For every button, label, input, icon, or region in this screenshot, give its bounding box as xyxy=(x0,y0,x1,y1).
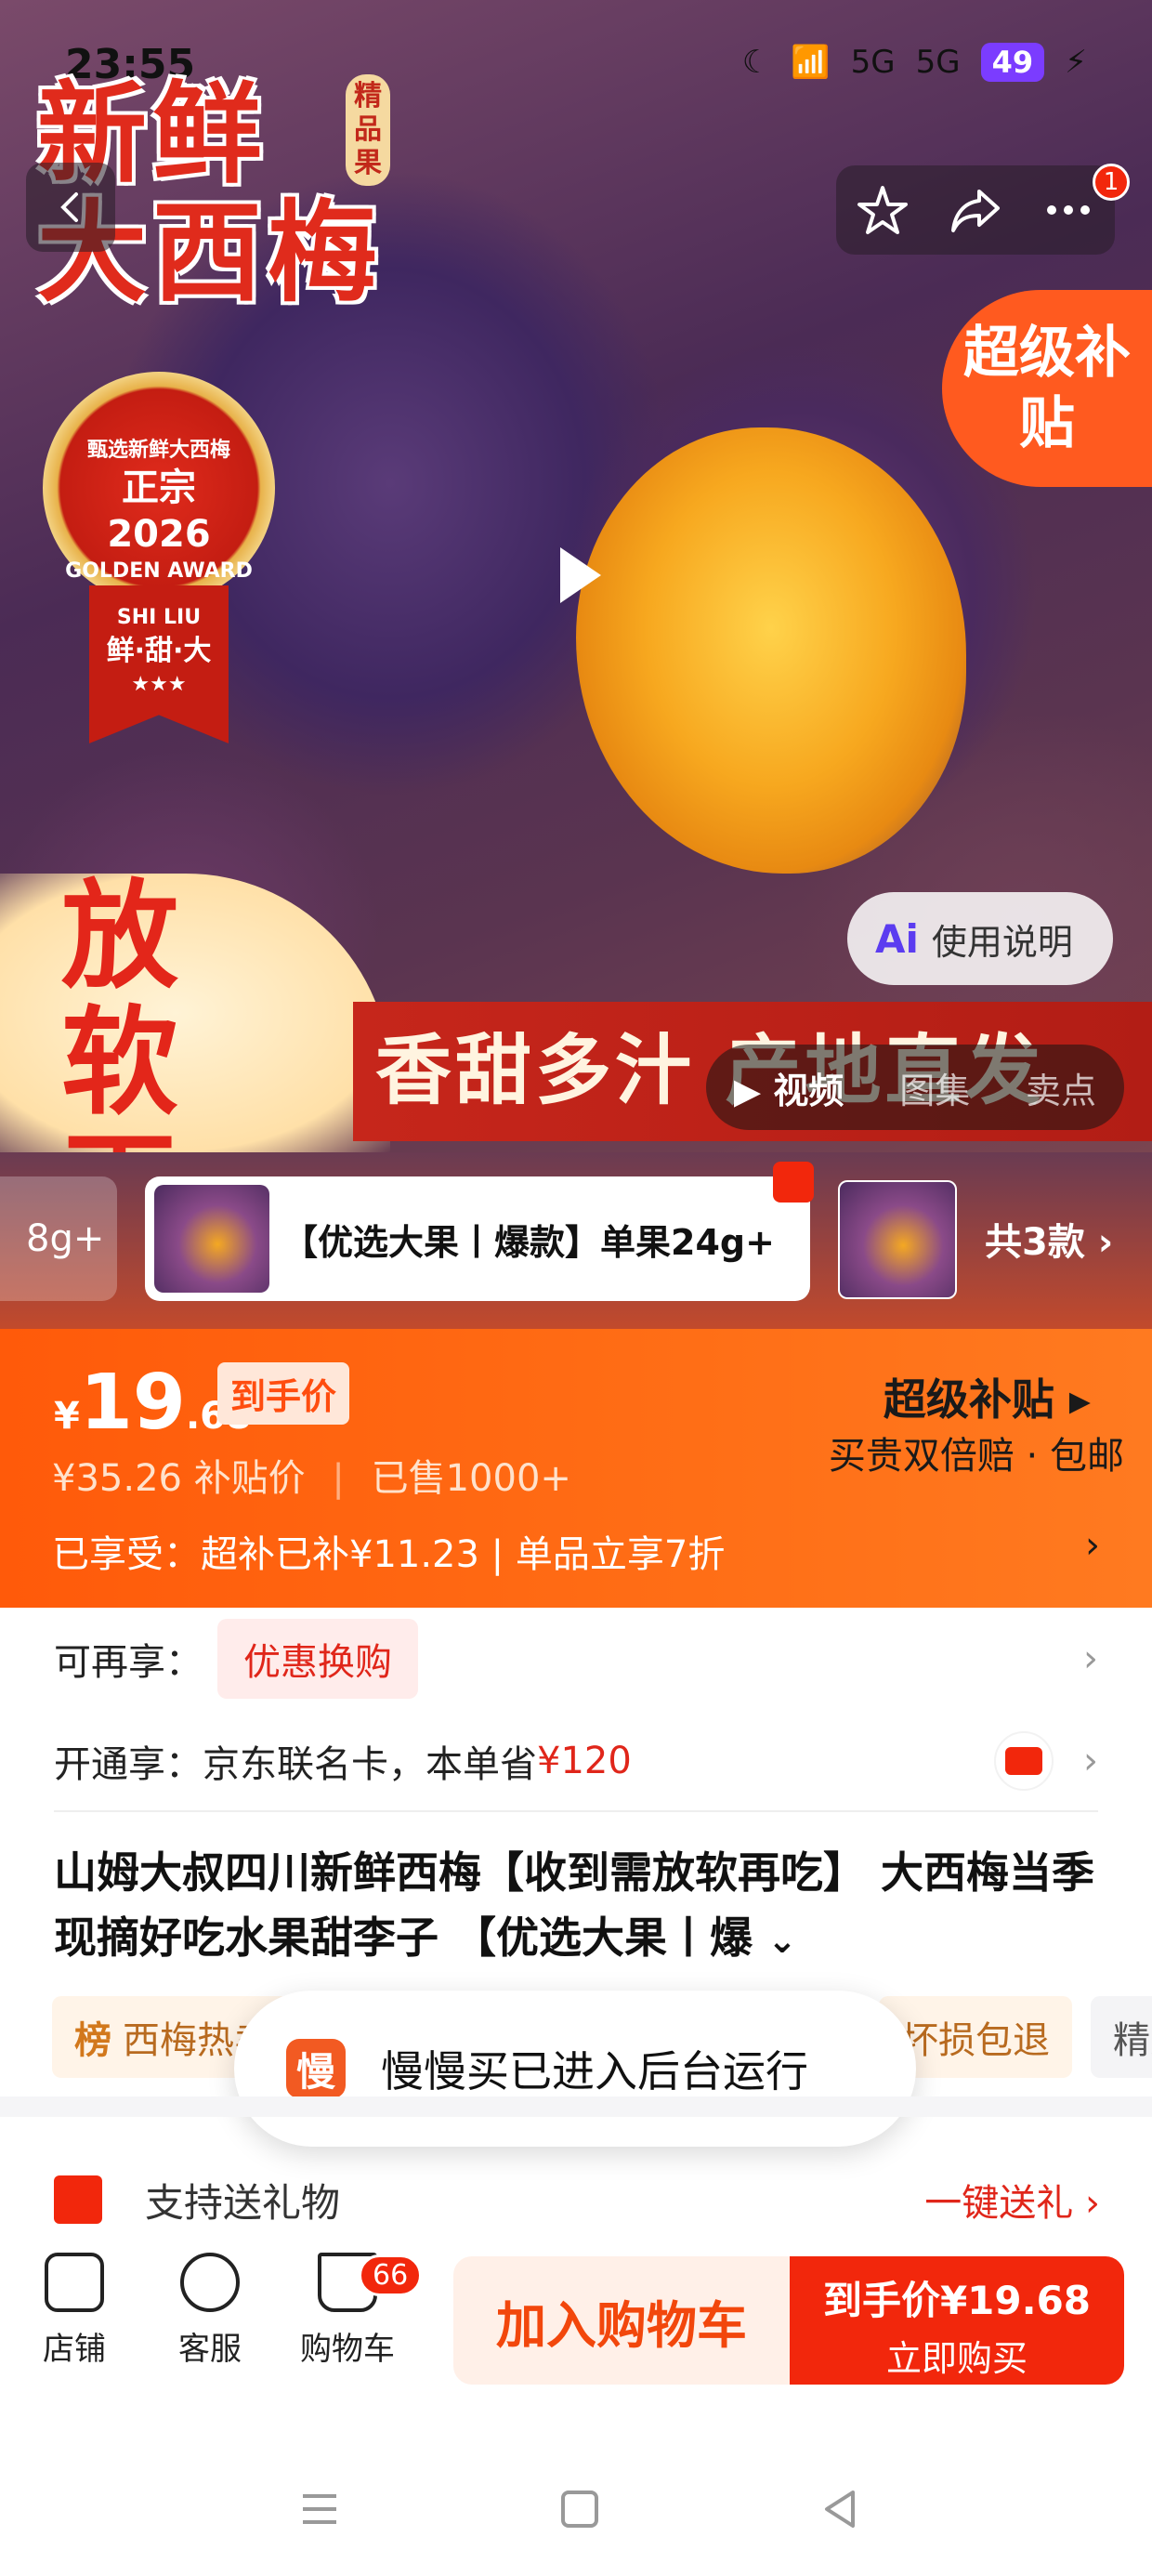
selected-tag[interactable]: 精选 xyxy=(1091,1996,1152,2078)
back-button[interactable] xyxy=(26,163,115,252)
status-icons: ☾ 📶 5G 5G 49 ⚡ xyxy=(742,43,1087,82)
separator: | xyxy=(332,1457,345,1500)
menu-icon[interactable] xyxy=(292,2481,347,2537)
store-label: 店铺 xyxy=(43,2331,106,2368)
usage-instructions-button[interactable]: Ai 使用说明 xyxy=(847,892,1113,985)
chevron-down-icon: ⌄ xyxy=(767,1920,797,1961)
moon-icon: ☾ xyxy=(741,44,771,81)
card-offer-row[interactable]: 开通享：京东联名卡，本单省 ¥120 › xyxy=(0,1710,1152,1812)
award-year: 2026 xyxy=(107,513,211,556)
product-detail-page: 23:55 ☾ 📶 5G 5G 49 ⚡ 新鲜 大西梅 精品果 1 超级补贴 甄… xyxy=(0,0,1152,2576)
divider xyxy=(54,1810,1098,1812)
section-gap xyxy=(0,2096,1152,2117)
gift-link[interactable]: 一键送礼 › xyxy=(924,2173,1100,2227)
add-to-cart-button[interactable]: 加入购物车 xyxy=(453,2256,790,2385)
message-count-badge: 1 xyxy=(1093,164,1130,201)
chevron-left-icon xyxy=(60,192,78,222)
super-subsidy-title: 超级补贴 xyxy=(883,1374,1054,1425)
tab-video[interactable]: ▶ 视频 xyxy=(734,1062,844,1113)
price-currency: ¥ xyxy=(54,1395,80,1438)
price-original-line: ¥35.26 补贴价 | 已售1000+ xyxy=(52,1448,571,1502)
tab-gallery[interactable]: 图集 xyxy=(899,1062,970,1113)
service-button[interactable]: 客服 xyxy=(154,2253,266,2369)
price-integer: 19 xyxy=(79,1359,186,1447)
award-main: 正宗 xyxy=(122,467,196,509)
extra-offer-row[interactable]: 可再享： 优惠换购 › xyxy=(0,1608,1152,1710)
final-price-tag: 到手价 xyxy=(217,1362,350,1425)
card-offer-amount: ¥120 xyxy=(537,1740,632,1782)
award-seal-text: 甄选新鲜大西梅 正宗 2026 GOLDEN AWARD xyxy=(43,437,275,585)
rank-prefix: 榜 xyxy=(74,2019,111,2062)
wifi-icon: 📶 xyxy=(791,44,831,81)
award-top: 甄选新鲜大西梅 xyxy=(86,439,230,462)
charging-icon: ⚡ xyxy=(1065,44,1087,81)
cart-label: 购物车 xyxy=(300,2331,395,2368)
gift-label: 支持送礼物 xyxy=(145,2179,341,2226)
battery-indicator: 49 xyxy=(980,43,1045,82)
gift-icon xyxy=(54,2175,102,2224)
play-video-button[interactable] xyxy=(535,533,619,617)
buy-now-button[interactable]: 到手价¥19.68 立即购买 xyxy=(790,2256,1124,2385)
thumbs-up-icon xyxy=(773,1162,814,1203)
chevron-right-icon: › xyxy=(1083,1637,1098,1680)
refund-text: 坏损包退 xyxy=(901,2019,1050,2062)
back-nav-icon[interactable] xyxy=(812,2481,868,2537)
service-icon xyxy=(180,2253,240,2312)
media-tabs: ▶ 视频 图集 卖点 xyxy=(706,1045,1124,1130)
sku-label: 【优选大果丨爆款】单果24g+ xyxy=(282,1221,775,1263)
play-icon xyxy=(560,547,601,603)
service-label: 客服 xyxy=(178,2331,242,2368)
plum-flesh-image xyxy=(576,427,966,874)
toast-text: 慢慢买已进入后台运行 xyxy=(381,2046,808,2096)
more-icon[interactable] xyxy=(1041,182,1096,238)
tab-video-label: 视频 xyxy=(773,1070,844,1111)
network-1: 5G xyxy=(850,44,896,81)
usage-label: 使用说明 xyxy=(931,921,1073,963)
store-button[interactable]: 店铺 xyxy=(19,2253,130,2369)
gift-row[interactable]: 支持送礼物 一键送礼 › xyxy=(0,2149,1152,2251)
super-subsidy-link[interactable]: 超级补贴 ▸ xyxy=(884,1366,1091,1427)
extra-offer-label: 可再享： xyxy=(54,1641,203,1684)
award-ribbon-text: 鲜·甜·大 xyxy=(106,635,212,667)
network-2: 5G xyxy=(915,44,961,81)
discount-applied-line[interactable]: 已享受：超补已补¥11.23 | 单品立享7折 xyxy=(52,1524,725,1578)
original-price: ¥35.26 xyxy=(52,1457,182,1500)
sku-option-next[interactable] xyxy=(838,1180,957,1299)
product-title[interactable]: 山姆大叔四川新鲜西梅【收到需放软再吃】 大西梅当季现摘好吃水果甜李子 【优选大果… xyxy=(54,1840,1104,1973)
sold-count: 已售1000+ xyxy=(371,1457,571,1500)
store-icon xyxy=(45,2253,104,2312)
sku-thumbnail xyxy=(154,1185,269,1293)
hero-title-tag: 精品果 xyxy=(346,74,390,186)
card-offer-label: 开通享：京东联名卡，本单省 xyxy=(54,1743,537,1786)
award-en: GOLDEN AWARD xyxy=(65,559,253,583)
super-subsidy-corner-badge: 超级补贴 xyxy=(942,290,1152,487)
sku-option-prev[interactable]: 8g+ xyxy=(0,1176,117,1301)
top-actions xyxy=(836,165,1115,255)
ai-icon: Ai xyxy=(875,915,919,962)
sku-count-label: 共3款 xyxy=(985,1221,1085,1264)
star-icon[interactable] xyxy=(855,182,910,238)
sku-option-selected[interactable]: 【优选大果丨爆款】单果24g+ xyxy=(145,1176,810,1301)
award-stars: ★★★ xyxy=(131,673,187,696)
award-brand: SHI LIU xyxy=(116,606,202,629)
exchange-pill[interactable]: 优惠换购 xyxy=(217,1619,418,1699)
product-title-text: 山姆大叔四川新鲜西梅【收到需放软再吃】 大西梅当季现摘好吃水果甜李子 【优选大果… xyxy=(54,1847,1095,1963)
subsidy-guarantee: 买贵双倍赔 · 包邮 xyxy=(828,1435,1124,1478)
buy-now-label: 立即购买 xyxy=(885,2338,1028,2379)
chevron-right-icon: › xyxy=(1083,1740,1098,1782)
background-toast: 慢 慢慢买已进入后台运行 xyxy=(234,1991,916,2147)
buy-now-price: 到手价¥19.68 xyxy=(822,2278,1092,2323)
sku-count-link[interactable]: 共3款 › xyxy=(985,1212,1113,1266)
chevron-right-icon: › xyxy=(1085,1524,1100,1567)
app-icon: 慢 xyxy=(286,2039,346,2098)
cart-count-badge: 66 xyxy=(359,2254,423,2296)
original-price-label: 补贴价 xyxy=(193,1457,306,1500)
share-icon[interactable] xyxy=(948,182,1003,238)
card-icon xyxy=(994,1731,1054,1791)
home-icon[interactable] xyxy=(552,2481,608,2537)
tab-selling-points[interactable]: 卖点 xyxy=(1026,1062,1096,1113)
